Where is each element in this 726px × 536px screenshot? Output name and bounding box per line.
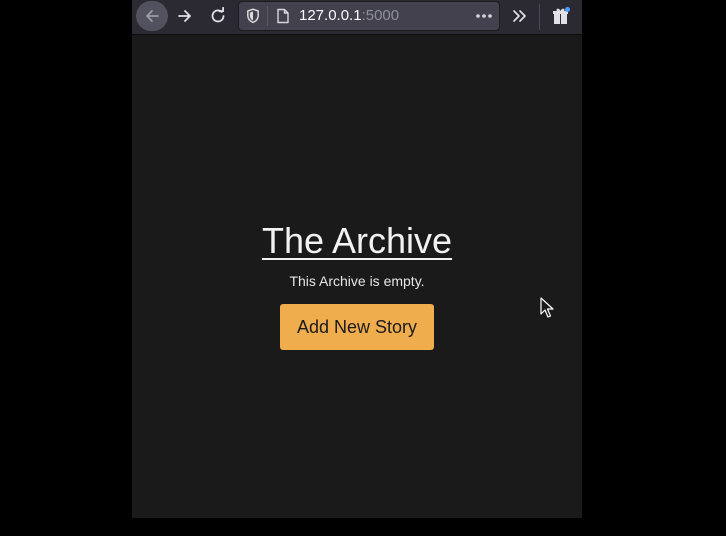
url-divider — [267, 6, 268, 26]
page-content: The Archive This Archive is empty. Add N… — [132, 35, 582, 518]
extensions-button[interactable] — [545, 1, 577, 31]
reload-icon — [209, 7, 227, 25]
url-text[interactable]: 127.0.0.1:5000 — [299, 2, 399, 30]
address-bar[interactable]: 127.0.0.1:5000 — [238, 1, 500, 31]
url-host: 127.0.0.1 — [299, 7, 362, 24]
extensions-icon — [551, 6, 571, 26]
reload-button[interactable] — [202, 1, 234, 31]
forward-button[interactable] — [169, 1, 201, 31]
back-arrow-icon — [143, 7, 161, 25]
mouse-cursor-icon — [540, 297, 554, 318]
add-new-story-button[interactable]: Add New Story — [280, 304, 434, 350]
toolbar-divider — [539, 4, 540, 30]
chevron-double-right-icon — [511, 7, 529, 25]
page-actions-menu-icon[interactable] — [473, 2, 495, 30]
forward-arrow-icon — [176, 7, 194, 25]
overflow-menu-button[interactable] — [504, 1, 536, 31]
empty-archive-message: This Archive is empty. — [289, 273, 425, 289]
page-title: The Archive — [261, 220, 453, 261]
tracking-shield-icon[interactable] — [239, 2, 267, 30]
page-icon[interactable] — [273, 2, 293, 30]
browser-toolbar: 127.0.0.1:5000 — [132, 0, 582, 35]
url-port: :5000 — [361, 7, 400, 24]
browser-window: 127.0.0.1:5000 The Archive This Archive … — [132, 0, 582, 518]
back-button[interactable] — [136, 1, 168, 31]
